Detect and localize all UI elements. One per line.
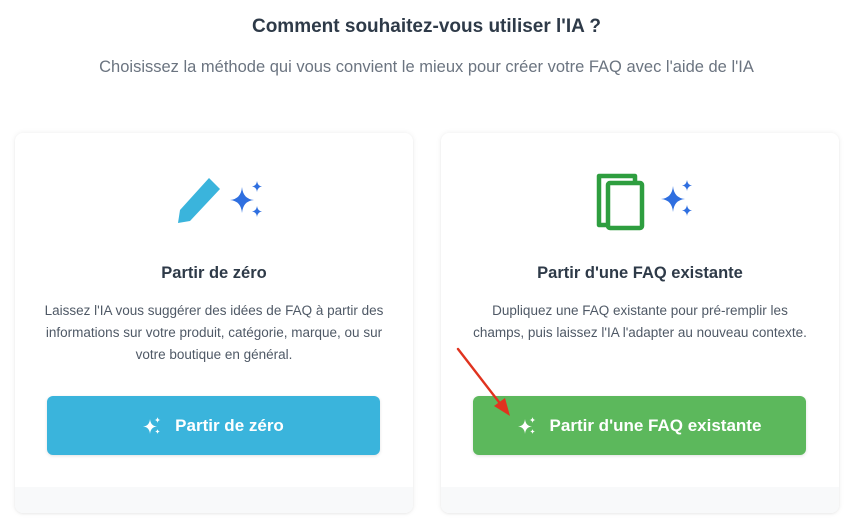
card-title: Partir de zéro	[161, 264, 267, 282]
card-description: Dupliquez une FAQ existante pour pré-rem…	[473, 303, 807, 340]
sparkle-icon	[661, 180, 692, 216]
pencil-icon	[178, 178, 220, 223]
start-from-existing-faq-button[interactable]: Partir d'une FAQ existante	[473, 396, 806, 455]
page-subtitle: Choisissez la méthode qui vous convient …	[99, 58, 754, 76]
sparkle-icon	[230, 181, 262, 217]
button-label: Partir d'une FAQ existante	[549, 415, 762, 435]
button-label: Partir de zéro	[175, 415, 284, 435]
card-title: Partir d'une FAQ existante	[537, 264, 743, 282]
card-footer	[15, 487, 413, 513]
card-icon-group	[441, 173, 839, 233]
card-description: Laissez l'IA vous suggérer des idées de …	[44, 303, 384, 362]
start-from-scratch-button[interactable]: Partir de zéro	[47, 396, 380, 455]
copy-icon	[596, 173, 645, 231]
option-card-from-scratch: Partir de zéro Laissez l'IA vous suggére…	[15, 133, 413, 513]
option-card-existing-faq: Partir d'une FAQ existante Dupliquez une…	[441, 133, 839, 513]
sparkle-icon	[143, 416, 161, 434]
page-title: Comment souhaitez-vous utiliser l'IA ?	[251, 16, 602, 37]
annotation-arrow-icon	[456, 347, 510, 416]
card-icon-group	[15, 173, 413, 233]
card-footer	[441, 487, 839, 513]
